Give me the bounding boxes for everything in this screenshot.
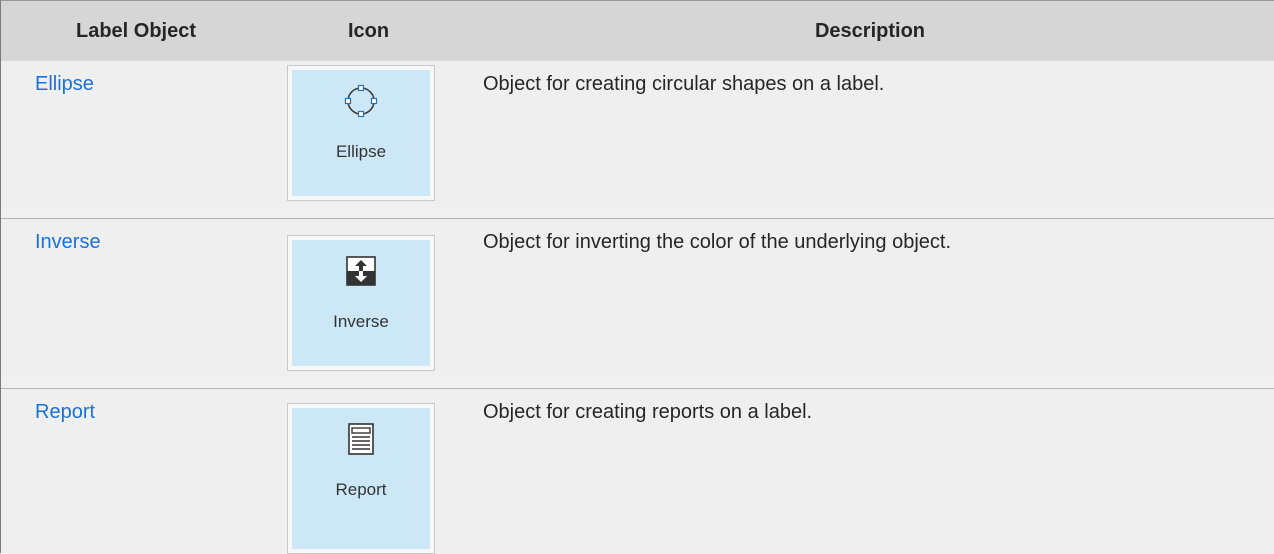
table-row: Inverse Inverse Object for inverting the… <box>1 219 1274 379</box>
header-description: Description <box>814 20 926 42</box>
ellipse-link[interactable]: Ellipse <box>35 73 94 96</box>
table-header: Label Object Icon Description <box>1 1 1274 61</box>
inverse-icon-button: Inverse <box>287 235 435 371</box>
row-description: Object for creating circular shapes on a… <box>483 73 885 95</box>
inverse-icon <box>346 256 376 286</box>
table-row: Report Report Object for creating report… <box>1 389 1274 554</box>
report-icon <box>348 423 374 455</box>
report-icon-button: Report <box>287 403 435 554</box>
inverse-link[interactable]: Inverse <box>35 231 101 254</box>
icon-caption: Ellipse <box>335 142 387 161</box>
icon-tile: Inverse <box>292 240 430 366</box>
row-description: Object for inverting the color of the un… <box>483 231 952 253</box>
header-label-object: Label Object <box>75 20 197 42</box>
report-link[interactable]: Report <box>35 401 95 424</box>
header-icon: Icon <box>347 20 390 42</box>
icon-caption: Report <box>335 480 387 499</box>
icon-tile: Report <box>292 408 430 549</box>
ellipse-icon <box>344 84 378 118</box>
icon-tile: Ellipse <box>292 70 430 196</box>
icon-caption: Inverse <box>333 312 389 331</box>
label-objects-table: Label Object Icon Description Ellipse El… <box>0 0 1274 554</box>
row-description: Object for creating reports on a label. <box>483 401 813 423</box>
ellipse-icon-button: Ellipse <box>287 65 435 201</box>
table-row: Ellipse Ellipse Object for creating circ… <box>1 61 1274 211</box>
